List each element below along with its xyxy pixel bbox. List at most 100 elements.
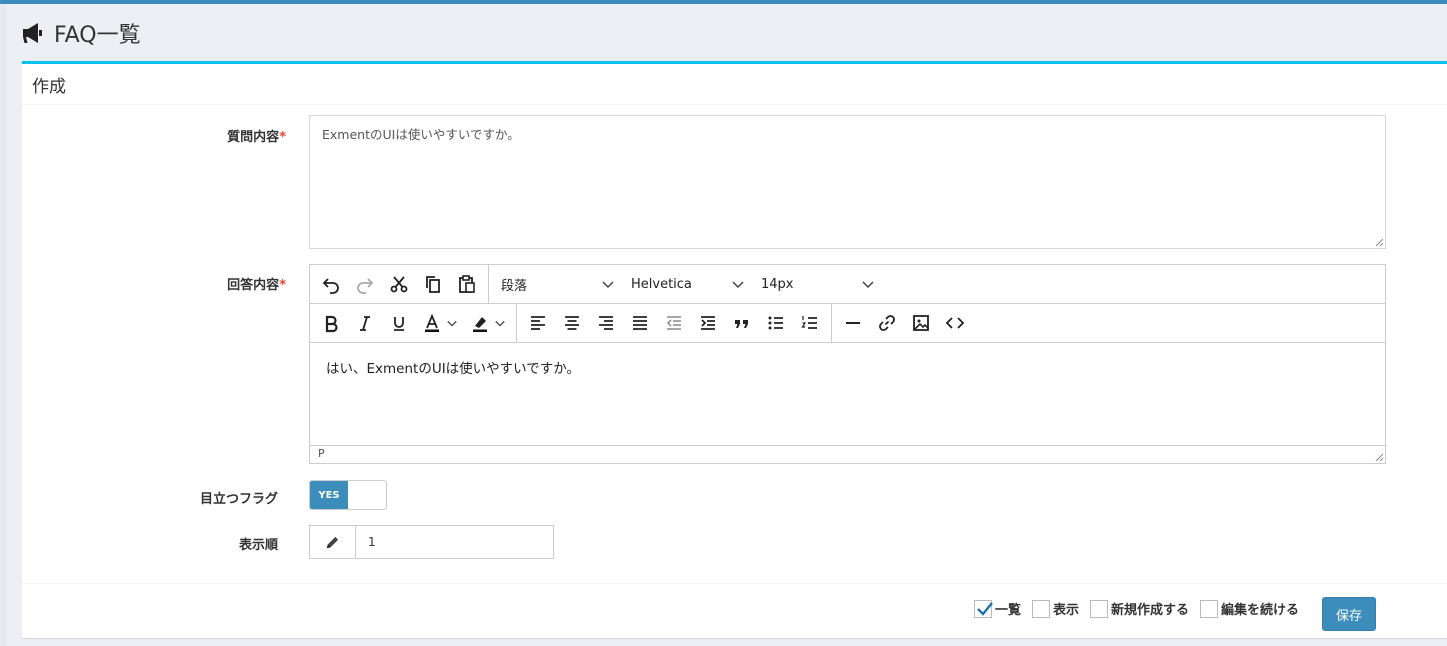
option-continue-editing[interactable]: 編集を続ける <box>1200 599 1299 618</box>
indent-icon <box>701 316 715 330</box>
block-format-select[interactable]: 段落 <box>493 267 623 301</box>
bold-button[interactable] <box>314 306 348 340</box>
numbered-list-button[interactable] <box>793 306 827 340</box>
paragraph-group <box>517 304 832 342</box>
element-path[interactable]: P <box>318 447 325 460</box>
chevron-down-icon <box>495 320 505 327</box>
source-code-button[interactable] <box>938 306 972 340</box>
align-left-button[interactable] <box>521 306 555 340</box>
align-center-button[interactable] <box>555 306 589 340</box>
order-input[interactable]: 1 <box>356 526 553 558</box>
option-label: 表示 <box>1053 603 1080 618</box>
top-accent-bar <box>0 0 1447 4</box>
answer-text: はい、ExmentのUIは使いやすいですか。 <box>326 361 581 377</box>
cut-button[interactable] <box>382 267 416 301</box>
box-title: 作成 <box>32 76 66 97</box>
block-format-value: 段落 <box>501 278 528 294</box>
redo-button[interactable] <box>348 267 382 301</box>
chevron-down-icon <box>732 281 744 289</box>
checkbox[interactable] <box>1032 599 1051 618</box>
page-title: FAQ一覧 <box>54 23 141 48</box>
numbered-list-icon <box>801 316 817 329</box>
box-header: 作成 <box>22 64 1447 105</box>
question-label: 質問内容* <box>86 126 286 145</box>
save-button[interactable]: 保存 <box>1322 597 1376 631</box>
sidebar-edge <box>0 4 7 646</box>
outdent-icon <box>666 316 681 330</box>
pencil-addon <box>310 526 356 558</box>
required-mark: * <box>279 278 286 293</box>
align-right-icon <box>599 316 613 330</box>
format-select-group: 段落 Helvetica 14px <box>489 265 887 303</box>
copy-icon <box>426 276 440 293</box>
text-color-icon <box>425 313 439 332</box>
option-label: 一覧 <box>995 603 1022 618</box>
indent-button[interactable] <box>691 306 725 340</box>
question-text: ExmentのUIは使いやすいですか。 <box>322 127 520 142</box>
align-right-button[interactable] <box>589 306 623 340</box>
underline-icon <box>394 317 404 331</box>
rich-text-editor: 段落 Helvetica 14px はい、ExmentのUIは使いやすいですか。… <box>309 264 1386 464</box>
after-save-options: 一覧 表示 新規作成する 編集を続ける <box>974 599 1310 618</box>
featured-label: 目立つフラグ <box>199 492 278 507</box>
copy-button[interactable] <box>416 267 450 301</box>
align-left-icon <box>531 316 545 330</box>
bullhorn-icon <box>23 23 42 43</box>
italic-icon <box>360 316 370 331</box>
paste-button[interactable] <box>450 267 484 301</box>
blockquote-button[interactable] <box>725 306 759 340</box>
editor-content-area[interactable]: はい、ExmentのUIは使いやすいですか。 <box>310 343 1385 445</box>
option-create-new[interactable]: 新規作成する <box>1090 599 1189 618</box>
bullet-list-button[interactable] <box>759 306 793 340</box>
option-label: 新規作成する <box>1111 603 1190 618</box>
option-list[interactable]: 一覧 <box>974 599 1021 618</box>
highlight-color-button[interactable] <box>464 306 512 340</box>
chevron-down-icon <box>862 281 874 289</box>
align-justify-button[interactable] <box>623 306 657 340</box>
image-button[interactable] <box>904 306 938 340</box>
text-color-button[interactable] <box>416 306 464 340</box>
quote-icon <box>735 320 748 328</box>
code-icon <box>945 317 965 329</box>
highlighter-icon <box>473 317 487 332</box>
underline-button[interactable] <box>382 306 416 340</box>
bullet-list-icon <box>768 316 783 330</box>
page-header: FAQ一覧 <box>20 16 141 50</box>
checkmark-icon <box>977 601 993 616</box>
toggle-on-label: YES <box>310 481 348 509</box>
option-view[interactable]: 表示 <box>1032 599 1079 618</box>
font-family-select[interactable]: Helvetica <box>623 267 753 301</box>
featured-toggle[interactable]: YES <box>309 480 387 510</box>
editor-statusbar: P <box>310 445 1385 463</box>
checkbox[interactable] <box>974 599 993 618</box>
checkbox[interactable] <box>1090 599 1109 618</box>
undo-button[interactable] <box>314 267 348 301</box>
editor-toolbar-row-2 <box>310 304 1385 343</box>
option-label: 編集を続ける <box>1221 603 1300 618</box>
align-justify-icon <box>633 316 647 330</box>
checkbox[interactable] <box>1200 599 1219 618</box>
font-size-select[interactable]: 14px <box>753 267 883 301</box>
link-button[interactable] <box>870 306 904 340</box>
image-icon <box>913 315 929 331</box>
pencil-icon <box>326 536 339 548</box>
question-label-text: 質問内容 <box>227 130 280 145</box>
redo-icon <box>357 278 374 294</box>
resize-grip-icon[interactable] <box>1375 453 1383 461</box>
paste-icon <box>459 275 475 293</box>
bold-icon <box>325 315 338 333</box>
italic-button[interactable] <box>348 306 382 340</box>
align-center-icon <box>565 316 579 330</box>
text-style-group <box>310 304 517 342</box>
link-icon <box>879 315 895 331</box>
outdent-button[interactable] <box>657 306 691 340</box>
undo-icon <box>322 278 339 294</box>
horizontal-rule-button[interactable] <box>836 306 870 340</box>
question-textarea[interactable]: ExmentのUIは使いやすいですか。 <box>309 115 1386 249</box>
resize-grip-icon[interactable] <box>1375 238 1383 246</box>
font-size-value: 14px <box>761 276 794 292</box>
scissors-icon <box>390 276 408 293</box>
chevron-down-icon <box>447 320 457 327</box>
order-label: 表示順 <box>238 538 278 553</box>
insert-group <box>832 304 976 342</box>
